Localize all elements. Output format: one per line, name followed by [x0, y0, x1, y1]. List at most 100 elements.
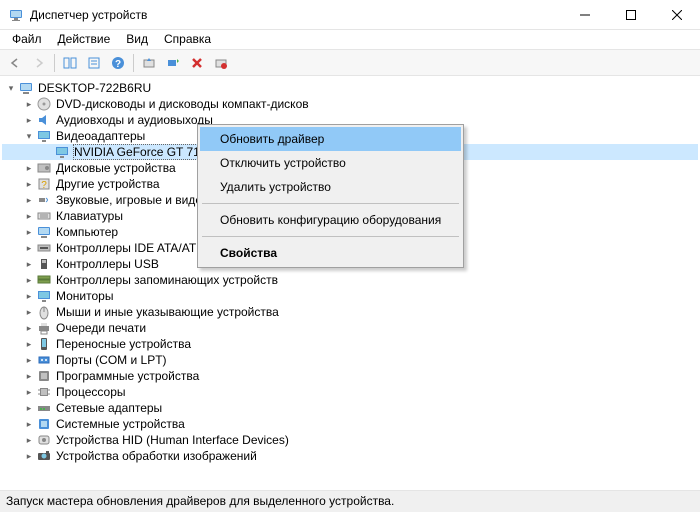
tree-category[interactable]: ▸ Системные устройства — [2, 416, 698, 432]
chevron-right-icon[interactable]: ▸ — [22, 385, 36, 399]
status-text: Запуск мастера обновления драйверов для … — [6, 494, 394, 508]
chevron-right-icon[interactable]: ▸ — [22, 225, 36, 239]
chevron-right-icon[interactable]: ▸ — [22, 321, 36, 335]
window-title: Диспетчер устройств — [30, 8, 562, 22]
tree-category-label: Контроллеры USB — [56, 257, 159, 271]
tree-category[interactable]: ▸ Устройства HID (Human Interface Device… — [2, 432, 698, 448]
device-tree[interactable]: ▾ DESKTOP-722B6RU ▸ DVD-дисководы и диск… — [0, 76, 700, 486]
tree-root[interactable]: ▾ DESKTOP-722B6RU — [2, 80, 698, 96]
tree-category-label: Устройства обработки изображений — [56, 449, 257, 463]
category-icon — [36, 400, 52, 416]
chevron-down-icon[interactable]: ▾ — [22, 129, 36, 143]
category-icon — [36, 112, 52, 128]
tree-category[interactable]: ▸ Сетевые адаптеры — [2, 400, 698, 416]
tool-update-driver-button[interactable] — [138, 52, 160, 74]
tree-category-label: Аудиовходы и аудиовыходы — [56, 113, 213, 127]
tool-help-button[interactable]: ? — [107, 52, 129, 74]
tool-back-button[interactable] — [4, 52, 26, 74]
window-controls — [562, 0, 700, 30]
tree-category-label: Контроллеры IDE ATA/AT — [56, 241, 196, 255]
chevron-right-icon[interactable]: ▸ — [22, 273, 36, 287]
ctx-update-driver[interactable]: Обновить драйвер — [200, 127, 461, 151]
tree-category[interactable]: ▸ Порты (COM и LPT) — [2, 352, 698, 368]
tree-category-label: Мыши и иные указывающие устройства — [56, 305, 279, 319]
toolbar-separator — [133, 54, 134, 72]
tool-scan-hardware-button[interactable] — [162, 52, 184, 74]
chevron-right-icon[interactable]: ▸ — [22, 241, 36, 255]
tree-category-label: Устройства HID (Human Interface Devices) — [56, 433, 289, 447]
chevron-right-icon[interactable]: ▸ — [22, 337, 36, 351]
menu-view[interactable]: Вид — [118, 30, 156, 49]
tree-category-label: Переносные устройства — [56, 337, 191, 351]
minimize-button[interactable] — [562, 0, 608, 30]
chevron-right-icon[interactable]: ▸ — [22, 113, 36, 127]
tree-category-label: Сетевые адаптеры — [56, 401, 162, 415]
tree-category-label: Процессоры — [56, 385, 126, 399]
ctx-scan-hardware[interactable]: Обновить конфигурацию оборудования — [200, 208, 461, 232]
svg-text:?: ? — [41, 180, 47, 191]
chevron-right-icon[interactable]: ▸ — [22, 257, 36, 271]
tree-category-label: Клавиатуры — [56, 209, 123, 223]
ctx-properties[interactable]: Свойства — [200, 241, 461, 265]
chevron-right-icon[interactable]: ▸ — [22, 449, 36, 463]
tree-category-label: Порты (COM и LPT) — [56, 353, 167, 367]
tree-category-label: Программные устройства — [56, 369, 199, 383]
display-adapter-icon — [54, 144, 70, 160]
tool-disable-button[interactable] — [210, 52, 232, 74]
chevron-right-icon[interactable]: ▸ — [22, 209, 36, 223]
category-icon — [36, 336, 52, 352]
tree-category-label: Системные устройства — [56, 417, 185, 431]
chevron-right-icon[interactable]: ▸ — [22, 433, 36, 447]
tool-panes-button[interactable] — [59, 52, 81, 74]
category-icon — [36, 384, 52, 400]
menu-file[interactable]: Файл — [4, 30, 50, 49]
tree-category-label: Звуковые, игровые и виде — [56, 193, 202, 207]
tree-category[interactable]: ▸ Контроллеры запоминающих устройств — [2, 272, 698, 288]
category-icon — [36, 208, 52, 224]
chevron-right-icon[interactable]: ▸ — [22, 177, 36, 191]
chevron-right-icon[interactable]: ▸ — [22, 353, 36, 367]
category-icon — [36, 352, 52, 368]
category-icon — [36, 416, 52, 432]
computer-icon — [18, 80, 34, 96]
chevron-right-icon[interactable]: ▸ — [22, 305, 36, 319]
chevron-down-icon[interactable]: ▾ — [4, 81, 18, 95]
category-icon — [36, 272, 52, 288]
tree-category-label: Компьютер — [56, 225, 118, 239]
tree-category-label: Контроллеры запоминающих устройств — [56, 273, 278, 287]
chevron-right-icon[interactable]: ▸ — [22, 289, 36, 303]
chevron-right-icon[interactable]: ▸ — [22, 161, 36, 175]
tree-category[interactable]: ▸ Очереди печати — [2, 320, 698, 336]
chevron-right-icon[interactable]: ▸ — [22, 97, 36, 111]
ctx-disable-device[interactable]: Отключить устройство — [200, 151, 461, 175]
menu-action[interactable]: Действие — [50, 30, 119, 49]
tool-forward-button[interactable] — [28, 52, 50, 74]
tree-category-label: DVD-дисководы и дисководы компакт-дисков — [56, 97, 309, 111]
chevron-right-icon[interactable]: ▸ — [22, 401, 36, 415]
tree-category[interactable]: ▸ Программные устройства — [2, 368, 698, 384]
statusbar: Запуск мастера обновления драйверов для … — [0, 490, 700, 512]
tree-category[interactable]: ▸ DVD-дисководы и дисководы компакт-диск… — [2, 96, 698, 112]
tree-category[interactable]: ▸ Процессоры — [2, 384, 698, 400]
ctx-uninstall-device[interactable]: Удалить устройство — [200, 175, 461, 199]
menubar: Файл Действие Вид Справка — [0, 30, 700, 50]
tree-category[interactable]: ▸ Мониторы — [2, 288, 698, 304]
category-icon — [36, 240, 52, 256]
category-icon — [36, 160, 52, 176]
context-menu-separator — [202, 203, 459, 204]
chevron-right-icon[interactable]: ▸ — [22, 369, 36, 383]
tree-category[interactable]: ▸ Устройства обработки изображений — [2, 448, 698, 464]
menu-help[interactable]: Справка — [156, 30, 219, 49]
tree-category[interactable]: ▸ Переносные устройства — [2, 336, 698, 352]
context-menu-separator — [202, 236, 459, 237]
chevron-right-icon[interactable]: ▸ — [22, 193, 36, 207]
close-button[interactable] — [654, 0, 700, 30]
tool-uninstall-button[interactable] — [186, 52, 208, 74]
tree-category-label: Очереди печати — [56, 321, 146, 335]
category-icon — [36, 432, 52, 448]
tree-category-label: Другие устройства — [56, 177, 160, 191]
chevron-right-icon[interactable]: ▸ — [22, 417, 36, 431]
tree-category[interactable]: ▸ Мыши и иные указывающие устройства — [2, 304, 698, 320]
tool-properties-button[interactable] — [83, 52, 105, 74]
maximize-button[interactable] — [608, 0, 654, 30]
